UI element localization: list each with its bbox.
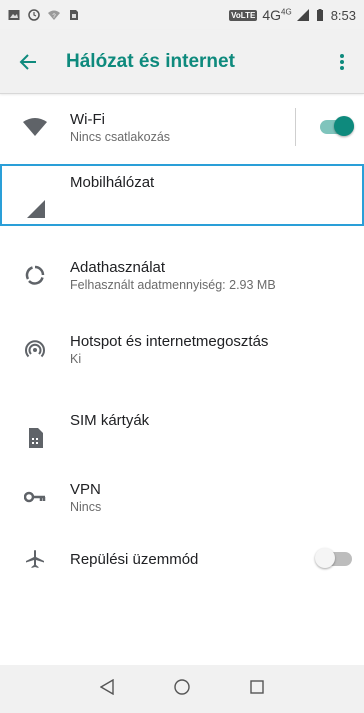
volte-badge: VoLTE [229, 9, 258, 21]
data-usage-title: Adathasználat [70, 258, 166, 276]
signal-icon [2, 200, 70, 224]
wifi-toggle[interactable] [320, 116, 354, 136]
mobile-network-title: Mobilhálózat [70, 174, 155, 191]
page-title: Hálózat és internet [66, 50, 235, 72]
hotspot-subtitle: Ki [70, 351, 82, 366]
wifi-icon [0, 118, 70, 136]
square-recents-icon [250, 679, 264, 694]
airplane-mode-toggle[interactable] [315, 548, 352, 568]
wifi-title: Wi-Fi [70, 110, 105, 128]
sim-card-icon [0, 428, 70, 450]
status-bar: ? VoLTE 4G4G 8:53 [0, 0, 364, 30]
sim-cards-title: SIM kártyák [70, 412, 150, 429]
airplane-mode-item[interactable]: Repülési üzemmód [0, 534, 364, 584]
arrow-back-icon [19, 53, 36, 70]
signal-strength-icon [296, 9, 309, 21]
vpn-title: VPN [70, 480, 101, 498]
status-time: 8:53 [330, 7, 356, 23]
home-button[interactable] [174, 678, 190, 700]
toggle-knob [334, 116, 354, 136]
wifi-item[interactable]: Wi-Fi Nincs csatlakozás [0, 98, 364, 156]
vpn-key-icon [0, 491, 70, 503]
more-options-button[interactable] [320, 34, 364, 90]
hotspot-item[interactable]: Hotspot és internetmegosztás Ki [0, 324, 364, 374]
hotspot-icon [0, 339, 70, 359]
circle-home-icon [174, 678, 190, 695]
image-notification-icon [8, 10, 20, 20]
triangle-back-icon [99, 678, 114, 695]
sim-notification-icon [70, 10, 78, 20]
network-type: 4G4G [262, 7, 292, 23]
airplane-icon [0, 550, 70, 568]
recents-button[interactable] [250, 679, 264, 699]
toggle-knob [315, 548, 335, 568]
hotspot-title: Hotspot és internetmegosztás [70, 332, 269, 350]
sim-cards-item[interactable]: SIM kártyák [0, 400, 364, 450]
back-button[interactable] [0, 34, 56, 90]
alarm-notification-icon [28, 9, 40, 21]
data-usage-subtitle: Felhasznált adatmennyiség: 2.93 MB [70, 277, 276, 292]
back-nav-button[interactable] [99, 678, 114, 700]
app-bar: Hálózat és internet [0, 30, 364, 94]
vpn-item[interactable]: VPN Nincs [0, 472, 364, 522]
battery-icon [316, 9, 323, 21]
vpn-subtitle: Nincs [70, 499, 102, 514]
airplane-mode-title: Repülési üzemmód [70, 550, 199, 568]
more-vert-icon [340, 53, 344, 70]
mobile-network-item[interactable]: Mobilhálózat [0, 164, 364, 226]
wifi-subtitle: Nincs csatlakozás [70, 129, 171, 144]
data-usage-icon [0, 265, 70, 285]
wifi-question-icon: ? [48, 10, 60, 20]
navigation-bar [0, 665, 364, 713]
divider [295, 108, 296, 146]
data-usage-item[interactable]: Adathasználat Felhasznált adatmennyiség:… [0, 250, 364, 300]
